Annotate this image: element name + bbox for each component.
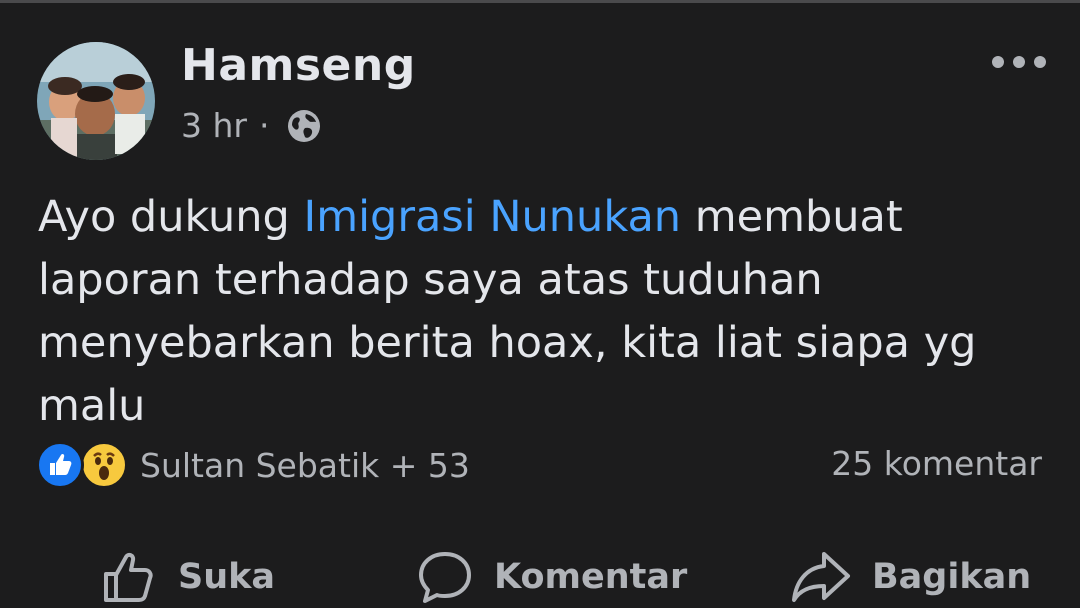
- reactions-bar[interactable]: Sultan Sebatik + 53: [36, 440, 470, 490]
- avatar-photo: [37, 42, 155, 160]
- avatar[interactable]: [37, 42, 155, 160]
- like-label: Suka: [178, 557, 276, 597]
- wow-icon: [80, 441, 128, 489]
- post-card: Hamseng 3 hr · Ayo dukung Imigrasi Nunuk…: [0, 0, 1080, 608]
- meta-separator: ·: [258, 106, 270, 145]
- action-bar: Suka Komentar Bagikan: [0, 540, 1080, 608]
- post-meta: 3 hr ·: [181, 106, 321, 145]
- reactors-summary[interactable]: Sultan Sebatik + 53: [140, 446, 470, 485]
- post-time[interactable]: 3 hr: [181, 106, 247, 145]
- mention-link[interactable]: Imigrasi Nunukan: [304, 192, 682, 242]
- comment-label: Komentar: [494, 557, 688, 597]
- post-text: Ayo dukung Imigrasi Nunukan membuat lapo…: [38, 186, 1038, 438]
- like-button[interactable]: Suka: [100, 548, 275, 606]
- post-text-start: Ayo dukung: [38, 192, 304, 242]
- comment-icon: [419, 552, 471, 603]
- share-icon: [792, 552, 850, 602]
- author-name[interactable]: Hamseng: [181, 40, 416, 91]
- thumbs-up-icon: [104, 552, 153, 602]
- more-options-icon[interactable]: [990, 48, 1048, 76]
- comment-button[interactable]: Komentar: [416, 548, 687, 606]
- share-button[interactable]: Bagikan: [790, 548, 1031, 606]
- share-label: Bagikan: [872, 557, 1032, 597]
- globe-icon: [288, 109, 321, 142]
- comments-count[interactable]: 25 komentar: [831, 444, 1042, 483]
- like-icon: [36, 441, 84, 489]
